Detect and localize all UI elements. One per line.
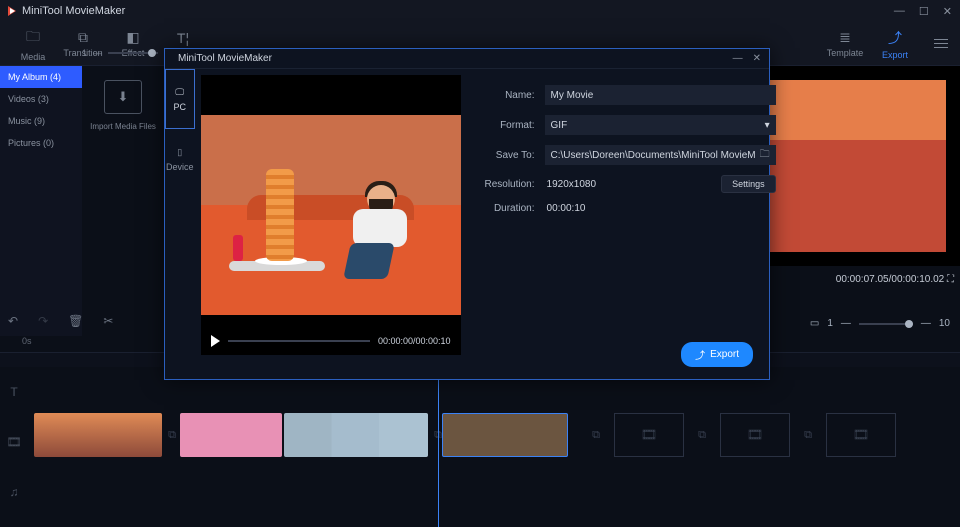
effect-icon: ◧ — [126, 29, 139, 46]
seek-bar[interactable] — [228, 340, 370, 342]
video-track-icon[interactable]: 🎞 — [0, 417, 28, 467]
sidebar-item-music[interactable]: Music (9) — [0, 110, 82, 132]
text-track-icon[interactable]: T — [0, 367, 28, 417]
clip-area[interactable]: ⧉ ⧉ ⧉ 🎞 ⧉ 🎞 ⧉ 🎞 — [28, 367, 960, 527]
text-icon: T¦ — [177, 30, 189, 46]
template-icon: ≣ — [839, 29, 851, 46]
app-logo — [8, 6, 16, 16]
preview-time: 00:00:00/00:00:10 — [378, 336, 451, 346]
export-dialog: MiniTool MovieMaker ― ✕ 🖵PC ▯Device 00:00… — [164, 48, 770, 380]
name-input[interactable] — [545, 85, 776, 105]
format-select[interactable]: GIF▾ — [545, 115, 776, 135]
export-button[interactable]: ⤴Export — [681, 342, 753, 367]
sidebar-item-pictures[interactable]: Pictures (0) — [0, 132, 82, 154]
redo-button[interactable]: ↷ — [38, 314, 48, 328]
app-title: MiniTool MovieMaker — [22, 5, 125, 17]
dialog-minimize[interactable]: ― — [733, 53, 743, 64]
resolution-value: 1920x1080 — [545, 179, 722, 190]
title-bar: MiniTool MovieMaker ― ☐ ✕ — [0, 0, 960, 22]
audio-track-icon[interactable]: ♫ — [0, 467, 28, 517]
empty-clip-slot[interactable]: 🎞 — [720, 413, 790, 457]
fullscreen-icon[interactable]: ⛶ — [947, 274, 954, 285]
saveto-input[interactable]: C:\Users\Doreen\Documents\MiniTool Movie… — [545, 145, 776, 165]
import-media-button[interactable]: ⬇ — [104, 80, 142, 114]
transition-slot[interactable]: ⧉ — [694, 413, 710, 457]
media-icon: 🗀 — [26, 26, 40, 50]
minimize-button[interactable]: ― — [894, 5, 905, 18]
upload-icon: ⤴ — [695, 347, 705, 362]
sidebar-item-myalbum[interactable]: My Album (4) — [0, 66, 82, 88]
export-tab-pc[interactable]: 🖵PC — [165, 69, 195, 129]
tab-media[interactable]: 🗀Media — [8, 24, 58, 64]
thumbnail-size-slider[interactable]: 1 ―― — [82, 48, 173, 58]
tab-template[interactable]: ≣Template — [820, 24, 870, 64]
clip-2[interactable] — [180, 413, 282, 457]
transition-slot[interactable]: ⧉ — [588, 413, 604, 457]
dialog-titlebar[interactable]: MiniTool MovieMaker ― ✕ — [165, 49, 769, 69]
monitor-icon: 🖵 — [175, 87, 184, 98]
tab-export[interactable]: ⤴Export — [870, 24, 920, 64]
clip-3[interactable] — [284, 413, 428, 457]
playhead[interactable] — [438, 367, 439, 527]
empty-clip-slot[interactable]: 🎞 — [826, 413, 896, 457]
play-time: 00:00:07.05/00:00:10.02 — [836, 274, 944, 285]
split-button[interactable]: ✂ — [103, 314, 113, 328]
empty-clip-slot[interactable]: 🎞 — [614, 413, 684, 457]
close-button[interactable]: ✕ — [943, 5, 952, 18]
duration-value: 00:00:10 — [545, 203, 776, 214]
transition-slot[interactable]: ⧉ — [164, 413, 180, 457]
ruler-zero: 0s — [22, 336, 32, 346]
sidebar-item-videos[interactable]: Videos (3) — [0, 88, 82, 110]
clip-4[interactable] — [442, 413, 568, 457]
transition-icon: ⧉ — [78, 29, 88, 46]
undo-button[interactable]: ↶ — [8, 314, 18, 328]
phone-icon: ▯ — [177, 147, 182, 158]
maximize-button[interactable]: ☐ — [919, 5, 929, 18]
export-preview: 00:00:00/00:00:10 — [201, 75, 461, 355]
album-sidebar: My Album (4) Videos (3) Music (9) Pictur… — [0, 66, 82, 336]
menu-button[interactable] — [930, 39, 952, 48]
browse-icon[interactable]: 🗀 — [760, 147, 770, 164]
dialog-close[interactable]: ✕ — [753, 53, 761, 64]
transition-slot[interactable]: ⧉ — [800, 413, 816, 457]
export-form: Name: Format:GIF▾ Save To:C:\Users\Doree… — [467, 69, 790, 361]
dialog-title: MiniTool MovieMaker — [178, 53, 272, 64]
settings-button[interactable]: Settings — [721, 175, 776, 193]
play-button[interactable] — [211, 335, 220, 347]
zoom-control[interactable]: ▭ 1 ―― 10 — [810, 318, 950, 329]
export-tab-device[interactable]: ▯Device — [165, 129, 195, 189]
import-panel: ⬇ Import Media Files — [82, 66, 164, 336]
export-icon: ⤴ — [888, 28, 902, 48]
delete-button[interactable]: 🗑 — [68, 314, 83, 328]
fit-icon[interactable]: ▭ — [810, 318, 819, 329]
clip-1[interactable] — [34, 413, 162, 457]
import-label: Import Media Files — [90, 122, 156, 131]
chevron-down-icon: ▾ — [765, 120, 770, 131]
